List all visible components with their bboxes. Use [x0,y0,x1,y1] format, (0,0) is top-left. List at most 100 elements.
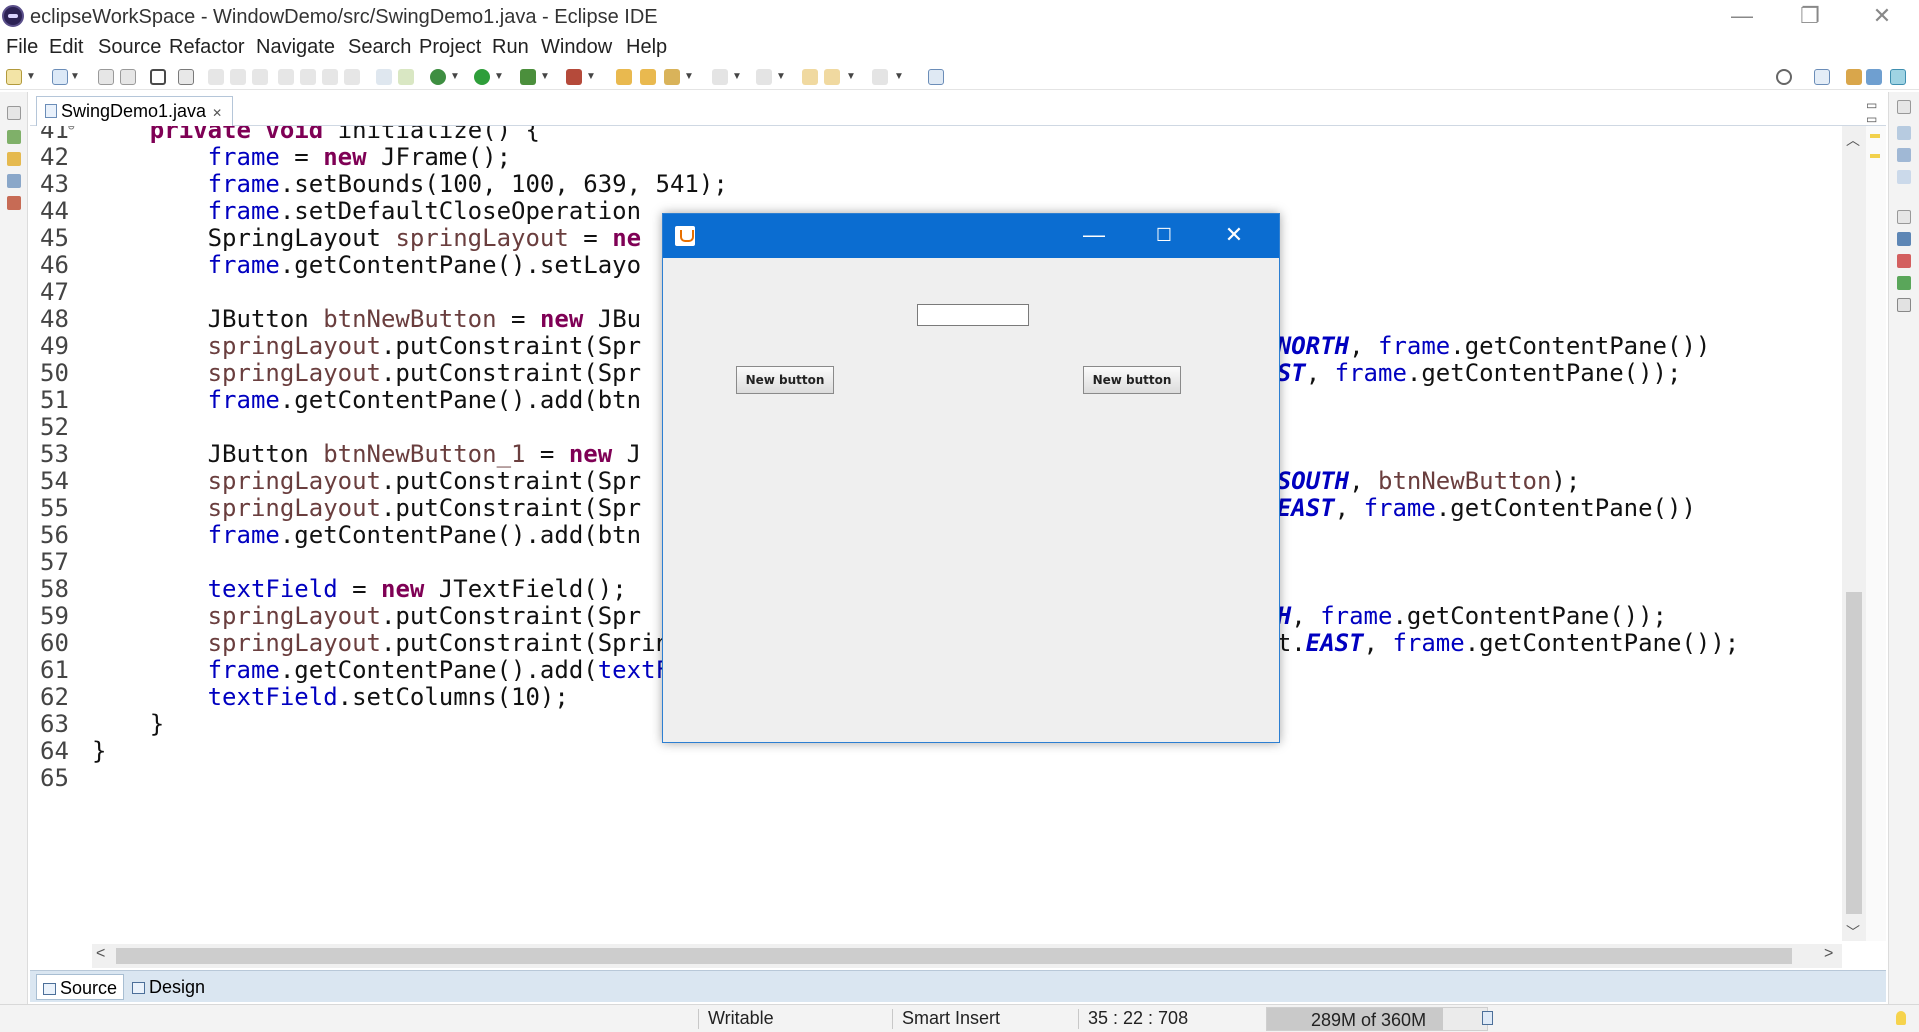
package-explorer-icon[interactable] [7,152,21,166]
run-icon[interactable] [474,69,490,85]
annotation-marker[interactable] [1870,154,1880,158]
swing-text-field[interactable] [917,304,1029,326]
suspend-icon[interactable] [230,69,246,85]
console-icon[interactable] [1897,276,1911,290]
expressions-icon[interactable] [1897,148,1911,162]
disconnect-icon[interactable] [278,69,294,85]
menu-source[interactable]: Source [98,36,161,59]
chevron-down-icon[interactable]: ▼ [26,71,36,82]
scroll-left-icon[interactable]: < [96,945,105,963]
menu-search[interactable]: Search [348,36,411,59]
servers-icon[interactable] [7,196,21,210]
menu-edit[interactable]: Edit [49,36,83,59]
java-perspective-icon[interactable] [1866,69,1882,85]
restore-icon[interactable] [7,106,21,120]
chevron-down-icon[interactable]: ▼ [494,71,504,82]
overview-ruler[interactable] [1866,126,1886,941]
new-button-1[interactable]: New button [736,366,834,394]
vertical-scrollbar[interactable]: ︿ ﹀ [1842,126,1866,941]
menu-navigate[interactable]: Navigate [256,36,335,59]
skip-breakpoints-icon[interactable] [178,69,194,85]
tip-lightbulb-icon[interactable] [1896,1011,1906,1025]
horizontal-scrollbar[interactable]: < > [92,944,1842,968]
use-step-filters-icon[interactable] [398,69,414,85]
save-all-icon[interactable] [120,69,136,85]
chevron-down-icon[interactable]: ▼ [894,71,904,82]
swing-minimize-button[interactable]: — [1059,214,1129,258]
outline-icon[interactable] [1897,232,1911,246]
problems-icon[interactable] [1897,254,1911,268]
external-tools-icon[interactable] [566,69,582,85]
close-button[interactable]: ✕ [1853,0,1911,34]
restore-icon[interactable] [1897,100,1911,114]
scroll-right-icon[interactable]: > [1824,945,1833,963]
search-icon[interactable] [664,69,680,85]
step-return-icon[interactable] [344,69,360,85]
tab-design[interactable]: Design [126,974,211,1000]
new-button-2[interactable]: New button [1083,366,1181,394]
close-icon[interactable]: ✕ [212,106,222,120]
scroll-down-icon[interactable]: ﹀ [1846,922,1860,942]
menu-help[interactable]: Help [626,36,667,59]
tab-source[interactable]: Source [36,974,125,1000]
pin-editor-icon[interactable] [928,69,944,85]
menu-run[interactable]: Run [492,36,529,59]
coverage-icon[interactable] [520,69,536,85]
new-icon[interactable] [6,69,22,85]
horizontal-scroll-thumb[interactable] [116,948,1792,964]
last-edit-icon[interactable] [802,69,818,85]
hierarchy-icon[interactable] [7,174,21,188]
debug-perspective-icon[interactable] [1890,69,1906,85]
forward-icon[interactable] [872,69,888,85]
minimize-editor-icon[interactable]: ▭ ▭ [1866,98,1886,126]
chevron-down-icon[interactable]: ▼ [732,71,742,82]
swing-demo-window[interactable]: — ☐ ✕ New button New button [662,213,1280,743]
open-perspective-icon[interactable] [1814,69,1830,85]
step-into-icon[interactable] [300,69,316,85]
swing-maximize-button[interactable]: ☐ [1129,214,1199,258]
chevron-down-icon[interactable]: ▼ [450,71,460,82]
prev-annotation-icon[interactable] [756,69,772,85]
debug-icon[interactable] [430,69,446,85]
menu-refactor[interactable]: Refactor [169,36,245,59]
drop-to-frame-icon[interactable] [376,69,392,85]
chevron-down-icon[interactable]: ▼ [540,71,550,82]
variables-icon[interactable] [1897,126,1911,140]
javadoc-icon[interactable] [1897,298,1911,312]
terminate-icon[interactable] [252,69,268,85]
java-ee-perspective-icon[interactable] [1846,69,1862,85]
code-line[interactable]: 65 [30,762,1844,795]
swing-close-button[interactable]: ✕ [1199,214,1269,258]
save-icon[interactable] [98,69,114,85]
minimize-button[interactable]: — [1713,0,1771,34]
restore-icon[interactable] [1897,210,1911,224]
chevron-down-icon[interactable]: ▼ [586,71,596,82]
garbage-collect-icon[interactable] [1482,1011,1493,1025]
new-java-icon[interactable] [52,69,68,85]
restore-button[interactable]: ❐ [1781,0,1839,34]
next-annotation-icon[interactable] [712,69,728,85]
open-task-icon[interactable] [640,69,656,85]
annotation-marker[interactable] [1870,134,1880,138]
terminal-icon[interactable] [150,69,166,85]
heap-status[interactable]: 289M of 360M [1266,1007,1488,1031]
open-type-icon[interactable] [616,69,632,85]
menu-file[interactable]: File [6,36,38,59]
menu-window[interactable]: Window [541,36,612,59]
code-token: .getContentPane().setLayo [279,251,642,279]
chevron-down-icon[interactable]: ▼ [684,71,694,82]
back-icon[interactable] [824,69,840,85]
step-over-icon[interactable] [322,69,338,85]
menu-project[interactable]: Project [419,36,481,59]
quick-access-icon[interactable] [1776,69,1792,85]
debug-view-icon[interactable] [7,130,21,144]
swing-title-bar[interactable]: — ☐ ✕ [663,214,1279,258]
resume-icon[interactable] [208,69,224,85]
chevron-down-icon[interactable]: ▼ [776,71,786,82]
chevron-down-icon[interactable]: ▼ [70,71,80,82]
tab-swingdemo1-java[interactable]: SwingDemo1.java ✕ [36,96,234,126]
breakpoints-icon[interactable] [1897,170,1911,184]
vertical-scroll-thumb[interactable] [1846,592,1862,914]
chevron-down-icon[interactable]: ▼ [846,71,856,82]
scroll-up-icon[interactable]: ︿ [1846,130,1860,150]
